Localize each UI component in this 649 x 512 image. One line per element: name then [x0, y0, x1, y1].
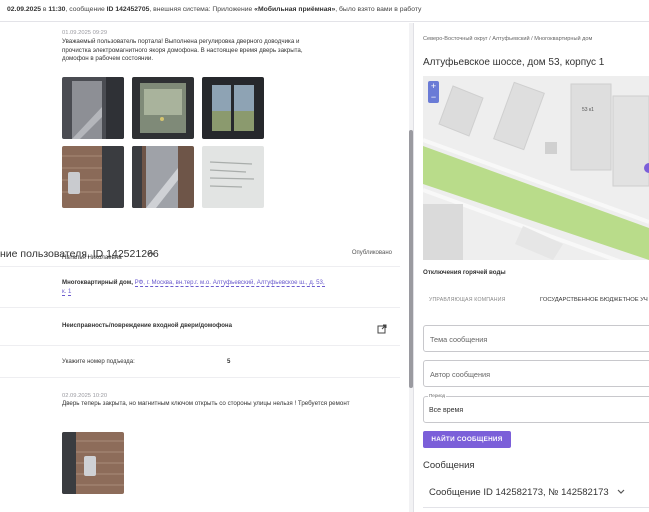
address-title: Алтуфьевское шоссе, дом 53, корпус 1	[423, 57, 605, 68]
outage-title: Отключения горячей воды	[423, 269, 506, 276]
notification-text: , внешняя система: Приложение	[149, 6, 255, 13]
notification-time: 11:30	[48, 6, 66, 13]
message-text: Дверь теперь закрыта, но магнитным ключо…	[62, 400, 350, 407]
zoom-out-button[interactable]: −	[428, 92, 439, 103]
entrance-value: 5	[227, 358, 231, 365]
notification-id: ID 142452705	[106, 6, 150, 13]
map[interactable]: 53 к1 + −	[423, 76, 649, 260]
message-line: домофон в рабочем состоянии.	[62, 55, 154, 63]
period-value: Все время	[429, 407, 464, 414]
address-row: Многоквартирный дом, РФ, г. Москва, вн.т…	[0, 267, 400, 308]
photo-thumbnail[interactable]	[62, 77, 124, 139]
message-line: прочистка электромагнитного якоря домофо…	[62, 46, 303, 54]
photo-row	[62, 146, 264, 208]
find-messages-button[interactable]: НАЙТИ СООБЩЕНИЯ	[423, 431, 511, 448]
photo-row	[62, 77, 264, 139]
map-building-label: 53 к1	[582, 107, 594, 113]
zoom-in-button[interactable]: +	[428, 81, 439, 92]
photo-thumbnail[interactable]	[62, 432, 124, 494]
address-link[interactable]: РФ, г. Москва, вн.тер.г. м.о. Алтуфьевск…	[134, 279, 325, 287]
subject-field[interactable]: Тема сообщения	[423, 325, 649, 352]
notification-text: , было взято вами в работу	[335, 6, 422, 13]
messages-heading: Сообщения	[423, 460, 475, 471]
author-placeholder: Автор сообщения	[430, 370, 491, 379]
author-name: Наталья Николаевна	[62, 254, 122, 261]
message-list-item[interactable]: Сообщение ID 142582173, № 142582173	[429, 487, 625, 498]
entrance-label: Укажите номер подъезда:	[62, 358, 135, 365]
message-thread-pane: 01.09.2025 09:29 Уважаемый пользователь …	[0, 23, 410, 512]
pane-divider	[413, 23, 414, 512]
map-zoom-control: + −	[428, 81, 439, 103]
author-field[interactable]: Автор сообщения	[423, 360, 649, 387]
notification-date: 02.09.2025	[7, 6, 42, 13]
entrance-row: Укажите номер подъезда: 5	[0, 346, 400, 378]
external-link-icon[interactable]	[377, 321, 387, 339]
notification-bar: 02.09.2025 в 11:30, сообщение ID 1424527…	[0, 0, 649, 22]
problem-type: Неисправность/повреждение входной двери/…	[62, 322, 232, 329]
address-value: Многоквартирный дом, РФ, г. Москва, вн.т…	[62, 278, 352, 296]
list-divider	[423, 507, 649, 508]
notification-text: , сообщение	[65, 6, 107, 13]
message-line: Уважаемый пользователь портала! Выполнен…	[62, 38, 300, 45]
photo-thumbnail[interactable]	[132, 77, 194, 139]
author-row: Наталья Николаевна	[0, 244, 400, 267]
management-value: ГОСУДАРСТВЕННОЕ БЮДЖЕТНОЕ УЧ	[540, 297, 648, 303]
subject-placeholder: Тема сообщения	[430, 335, 488, 344]
message-date: 01.09.2025 09:29	[62, 30, 108, 36]
message-item-label: Сообщение ID 142582173, № 142582173	[429, 487, 609, 498]
period-label: Период	[428, 393, 447, 398]
message-text: Уважаемый пользователь портала! Выполнен…	[62, 38, 362, 64]
address-link[interactable]: к. 1	[62, 288, 72, 296]
photo-thumbnail[interactable]	[62, 146, 124, 208]
problem-row: Неисправность/повреждение входной двери/…	[0, 308, 400, 346]
photo-thumbnail[interactable]	[202, 146, 264, 208]
management-label: УПРАВЛЯЮЩАЯ КОМПАНИЯ	[429, 297, 506, 303]
address-type: Многоквартирный дом,	[62, 279, 133, 286]
photo-thumbnail[interactable]	[132, 146, 194, 208]
notification-app: «Мобильная приёмная»	[254, 6, 336, 13]
photo-thumbnail[interactable]	[202, 77, 264, 139]
period-select[interactable]: Период Все время	[423, 393, 649, 423]
chevron-down-icon[interactable]	[617, 487, 625, 498]
message-date: 02.09.2025 10:20	[62, 393, 108, 399]
details-pane: Северо-Восточный округ / Алтуфьевский / …	[423, 23, 649, 512]
breadcrumb[interactable]: Северо-Восточный округ / Алтуфьевский / …	[423, 36, 592, 42]
